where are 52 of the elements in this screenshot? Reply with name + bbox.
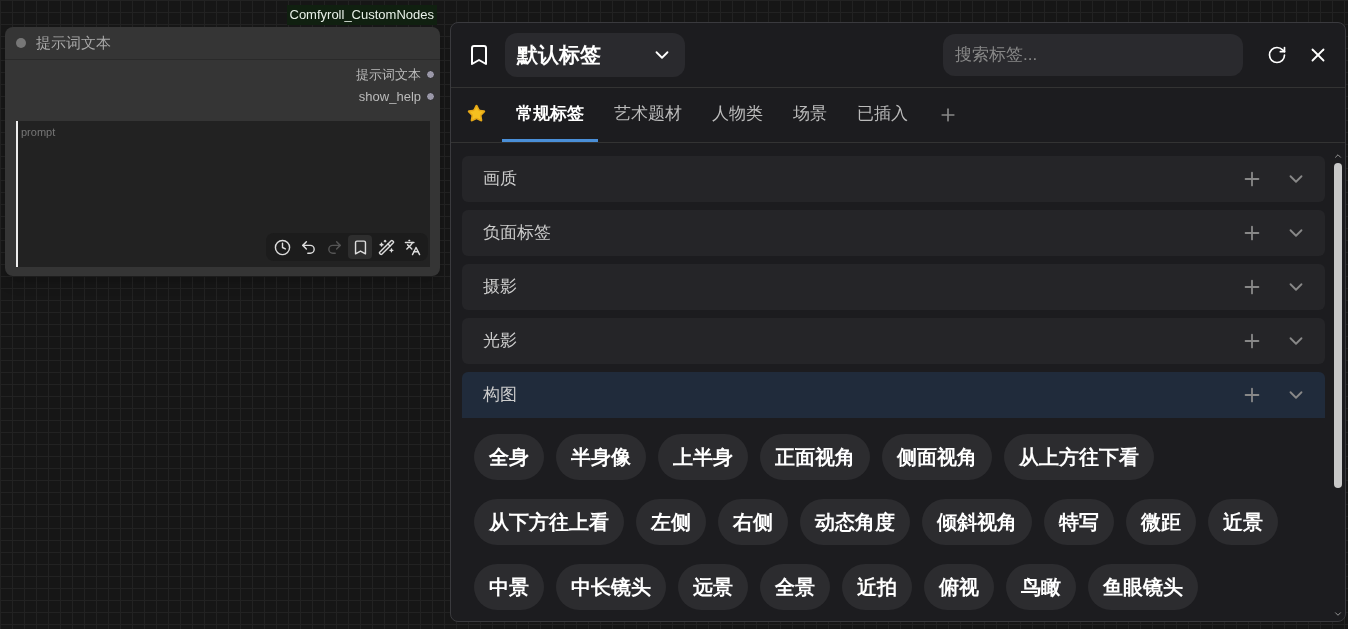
- output-slot[interactable]: [426, 92, 435, 101]
- section-title: 摄影: [483, 276, 518, 299]
- node-title: 提示词文本: [36, 32, 111, 53]
- category-tab[interactable]: 场景: [779, 88, 841, 142]
- tag-chip[interactable]: 从上方往下看: [1004, 434, 1154, 480]
- scrollbar-thumb[interactable]: [1334, 163, 1342, 488]
- output-slot[interactable]: [426, 70, 435, 79]
- category-tab[interactable]: 艺术题材: [600, 88, 696, 142]
- tag-chip[interactable]: 正面视角: [760, 434, 870, 480]
- tag-chip[interactable]: 全身: [474, 434, 544, 480]
- tag-chip[interactable]: 上半身: [658, 434, 748, 480]
- section-header[interactable]: 摄影: [462, 264, 1325, 310]
- prompt-field[interactable]: prompt: [16, 121, 430, 267]
- category-tab[interactable]: 人物类: [698, 88, 777, 142]
- tag-chip[interactable]: 右侧: [718, 499, 788, 545]
- tag-chip[interactable]: 从下方往上看: [474, 499, 624, 545]
- bookmark-icon[interactable]: [348, 235, 372, 259]
- node-source-badge: Comfyroll_CustomNodes: [286, 5, 437, 25]
- scroll-up-icon[interactable]: [1333, 151, 1343, 161]
- tag-chip[interactable]: 远景: [678, 564, 748, 610]
- star-icon: [467, 104, 486, 123]
- tag-chip[interactable]: 动态角度: [800, 499, 910, 545]
- tag-chip[interactable]: 近拍: [842, 564, 912, 610]
- tag-chip[interactable]: 俯视: [924, 564, 994, 610]
- tag-chip[interactable]: 微距: [1126, 499, 1196, 545]
- tag-chip[interactable]: 鱼眼镜头: [1088, 564, 1198, 610]
- section-title: 画质: [483, 168, 518, 191]
- tag-chip[interactable]: 侧面视角: [882, 434, 992, 480]
- tag-chip[interactable]: 全景: [760, 564, 830, 610]
- tag-chip[interactable]: 倾斜视角: [922, 499, 1032, 545]
- output-label: 提示词文本: [356, 65, 421, 84]
- section-header[interactable]: 构图: [462, 372, 1325, 418]
- tag-chip[interactable]: 特写: [1044, 499, 1114, 545]
- scroll-down-icon[interactable]: [1333, 609, 1343, 619]
- section-header[interactable]: 负面标签: [462, 210, 1325, 256]
- category-tab[interactable]: 常规标签: [502, 88, 598, 142]
- section-title: 负面标签: [483, 222, 552, 245]
- refresh-icon[interactable]: [1267, 45, 1287, 65]
- search-field[interactable]: 搜索标签...: [943, 34, 1243, 76]
- tag-chip[interactable]: 左侧: [636, 499, 706, 545]
- tag-chip[interactable]: 中景: [474, 564, 544, 610]
- library-dropdown[interactable]: 默认标签: [505, 33, 685, 77]
- tag-chip[interactable]: 半身像: [556, 434, 646, 480]
- section-title: 构图: [483, 384, 518, 407]
- category-tab[interactable]: 已插入: [843, 88, 922, 142]
- tag-chip[interactable]: 中长镜头: [556, 564, 666, 610]
- tag-chip[interactable]: 鸟瞰: [1006, 564, 1076, 610]
- output-label: show_help: [358, 87, 421, 106]
- tag-chip[interactable]: 近景: [1208, 499, 1278, 545]
- section-header[interactable]: 画质: [462, 156, 1325, 202]
- section-header[interactable]: 光影: [462, 318, 1325, 364]
- section-title: 光影: [483, 330, 518, 353]
